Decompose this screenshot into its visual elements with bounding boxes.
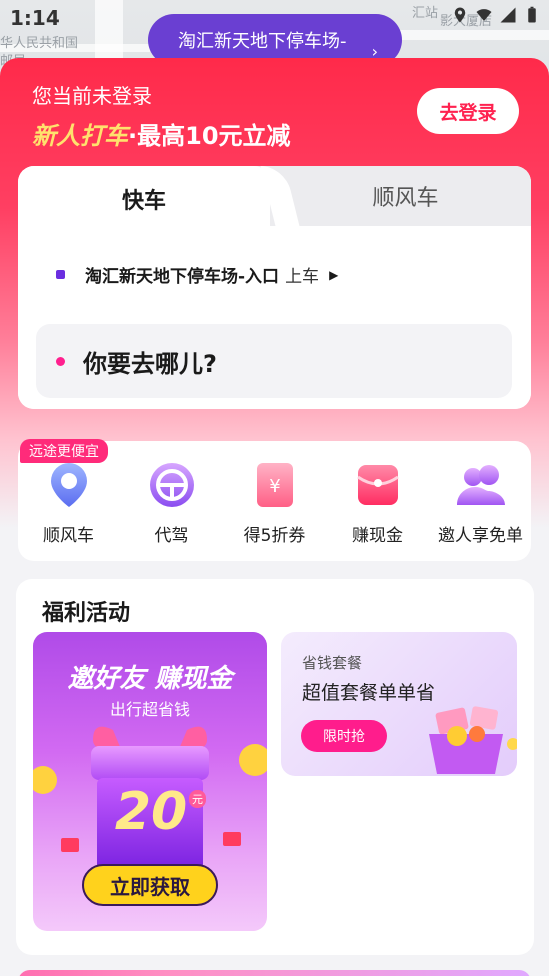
home-sheet: 您当前未登录 新人打车·最高10元立减 去登录 快车 顺风车 淘汇新天地下停车场…	[0, 58, 549, 976]
steering-wheel-icon	[149, 463, 194, 507]
location-icon	[454, 7, 466, 23]
invite-title: 邀好友 赚现金	[67, 664, 233, 694]
destination-dot-icon	[56, 356, 65, 366]
map-label: 汇站	[412, 6, 439, 21]
services-row: 远途更便宜 顺风车 代驾 ¥ 得5折券 赚现金 邀人享免单	[17, 439, 532, 561]
service-label: 顺风车	[43, 526, 94, 546]
service-invite[interactable]: 邀人享免单	[429, 459, 532, 546]
svg-text:¥: ¥	[269, 476, 280, 497]
invite-subtitle: 出行超省钱	[109, 700, 190, 719]
ride-card: 快车 顺风车 淘汇新天地下停车场-入口 上车 ▶ 你要去哪儿?	[18, 166, 531, 409]
service-label: 代驾	[154, 526, 189, 546]
tab-carpool[interactable]: 顺风车	[280, 166, 531, 226]
pickup-place: 淘汇新天地下停车场-入口	[85, 267, 280, 287]
promo-banner: 新人打车·最高10元立减	[32, 116, 291, 151]
reward-amount: 20	[114, 782, 188, 842]
signal-icon	[500, 7, 516, 23]
battery-icon	[528, 6, 536, 23]
reward-unit: 元	[189, 790, 206, 808]
section-title: 福利活动	[42, 601, 131, 626]
service-label: 邀人享免单	[438, 526, 523, 546]
saving-tag: 省钱套餐	[302, 654, 363, 672]
benefits-section: 福利活动 邀好友 赚现金 出行超省钱 20 元 立即获取 省钱套餐 超值套餐单单…	[16, 579, 534, 955]
destination-input[interactable]: 你要去哪儿?	[36, 324, 512, 398]
pickup-location[interactable]: 淘汇新天地下停车场-入口 上车 ▶	[56, 262, 338, 287]
next-section-peek	[18, 970, 531, 976]
caret-right-icon: ▶	[329, 267, 339, 282]
status-time: 1:14	[10, 6, 60, 30]
service-label: 得5折券	[243, 526, 306, 546]
status-icons	[451, 6, 541, 24]
login-button[interactable]: 去登录	[417, 88, 519, 134]
pickup-suffix: 上车	[285, 267, 320, 287]
service-coupon[interactable]: ¥ 得5折券	[223, 459, 326, 546]
service-label: 赚现金	[352, 526, 403, 546]
saving-package-card[interactable]: 省钱套餐 超值套餐单单省 限时抢	[281, 632, 517, 776]
carpool-pin-icon	[50, 463, 87, 507]
coupon-icon: ¥	[256, 463, 293, 507]
invite-promo-card[interactable]: 邀好友 赚现金 出行超省钱 20 元 立即获取	[33, 632, 267, 931]
discount-badge: 远途更便宜	[20, 439, 108, 463]
promo-text: ·最高10元立减	[128, 122, 291, 150]
tab-express[interactable]: 快车	[18, 166, 270, 232]
claim-button[interactable]: 立即获取	[82, 864, 218, 906]
promo-highlight: 新人打车	[32, 122, 128, 150]
service-designated-driver[interactable]: 代驾	[120, 459, 223, 546]
pickup-bubble-text: 淘汇新天地下停车场-	[178, 31, 347, 52]
destination-placeholder: 你要去哪儿?	[83, 349, 217, 378]
login-status: 您当前未登录	[32, 84, 152, 108]
wifi-icon	[476, 9, 492, 21]
invite-friends-icon	[456, 465, 505, 505]
service-carpool[interactable]: 顺风车	[17, 459, 120, 546]
pickup-dot-icon	[56, 270, 65, 279]
limited-offer-button[interactable]: 限时抢	[301, 720, 387, 752]
red-envelope-icon	[356, 465, 399, 505]
map-label: 华人民共和国	[0, 36, 79, 51]
service-earn-cash[interactable]: 赚现金	[326, 459, 429, 546]
gift-bag-icon	[429, 706, 517, 774]
saving-title: 超值套餐单单省	[302, 682, 436, 704]
